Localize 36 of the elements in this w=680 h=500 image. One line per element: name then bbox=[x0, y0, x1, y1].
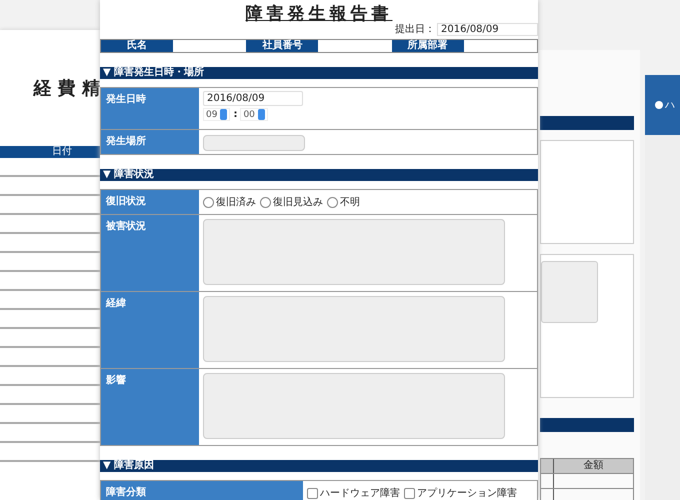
option-label: 復旧見込み bbox=[273, 196, 323, 209]
option-label: アプリケーション障害 bbox=[417, 486, 517, 500]
text-area[interactable] bbox=[203, 219, 505, 285]
field-label: 発生場所 bbox=[106, 136, 146, 147]
column-header: 金額 bbox=[582, 459, 604, 473]
option-label: ハードウェア障害 bbox=[320, 486, 400, 500]
field-label: 発生日時 bbox=[106, 94, 146, 105]
section-header[interactable]: ▼ 障害状況 bbox=[100, 169, 538, 181]
radio-button[interactable] bbox=[655, 101, 663, 109]
field-label: 経緯 bbox=[106, 298, 126, 309]
field-label: 被害状況 bbox=[106, 221, 146, 232]
checkbox[interactable] bbox=[404, 488, 415, 498]
form-title: 障害発生報告書 bbox=[244, 3, 394, 22]
option-label: 復旧済み bbox=[216, 196, 256, 209]
field-label: 復旧状況 bbox=[106, 196, 146, 207]
radio-button[interactable] bbox=[327, 196, 338, 208]
text-area[interactable] bbox=[203, 373, 505, 439]
radio-button[interactable] bbox=[260, 196, 271, 208]
text-area[interactable] bbox=[203, 296, 505, 362]
radio-button[interactable] bbox=[203, 196, 214, 208]
checkbox[interactable] bbox=[307, 488, 318, 498]
section-header[interactable]: ▼ 障害原因 bbox=[100, 460, 538, 472]
section-header[interactable]: ▼ 障害発生日時・場所 bbox=[100, 67, 538, 79]
option-label: ハ bbox=[665, 99, 675, 112]
field-label: 障害分類 bbox=[106, 487, 146, 498]
submit-date-label: 提出日： bbox=[395, 22, 435, 36]
hour-select[interactable]: 09 bbox=[203, 108, 230, 121]
column-header: 日付 bbox=[0, 146, 100, 158]
field-label: 影響 bbox=[106, 375, 126, 386]
input-field[interactable] bbox=[203, 135, 305, 151]
document-title: 経 費 精 bbox=[32, 77, 100, 101]
submit-date-field[interactable]: 2016/08/09 bbox=[437, 22, 538, 36]
time-separator: : bbox=[233, 109, 238, 120]
date-field[interactable]: 2016/08/09 bbox=[203, 91, 303, 106]
minute-select[interactable]: 00 bbox=[240, 108, 268, 121]
option-label: 不明 bbox=[340, 196, 360, 209]
